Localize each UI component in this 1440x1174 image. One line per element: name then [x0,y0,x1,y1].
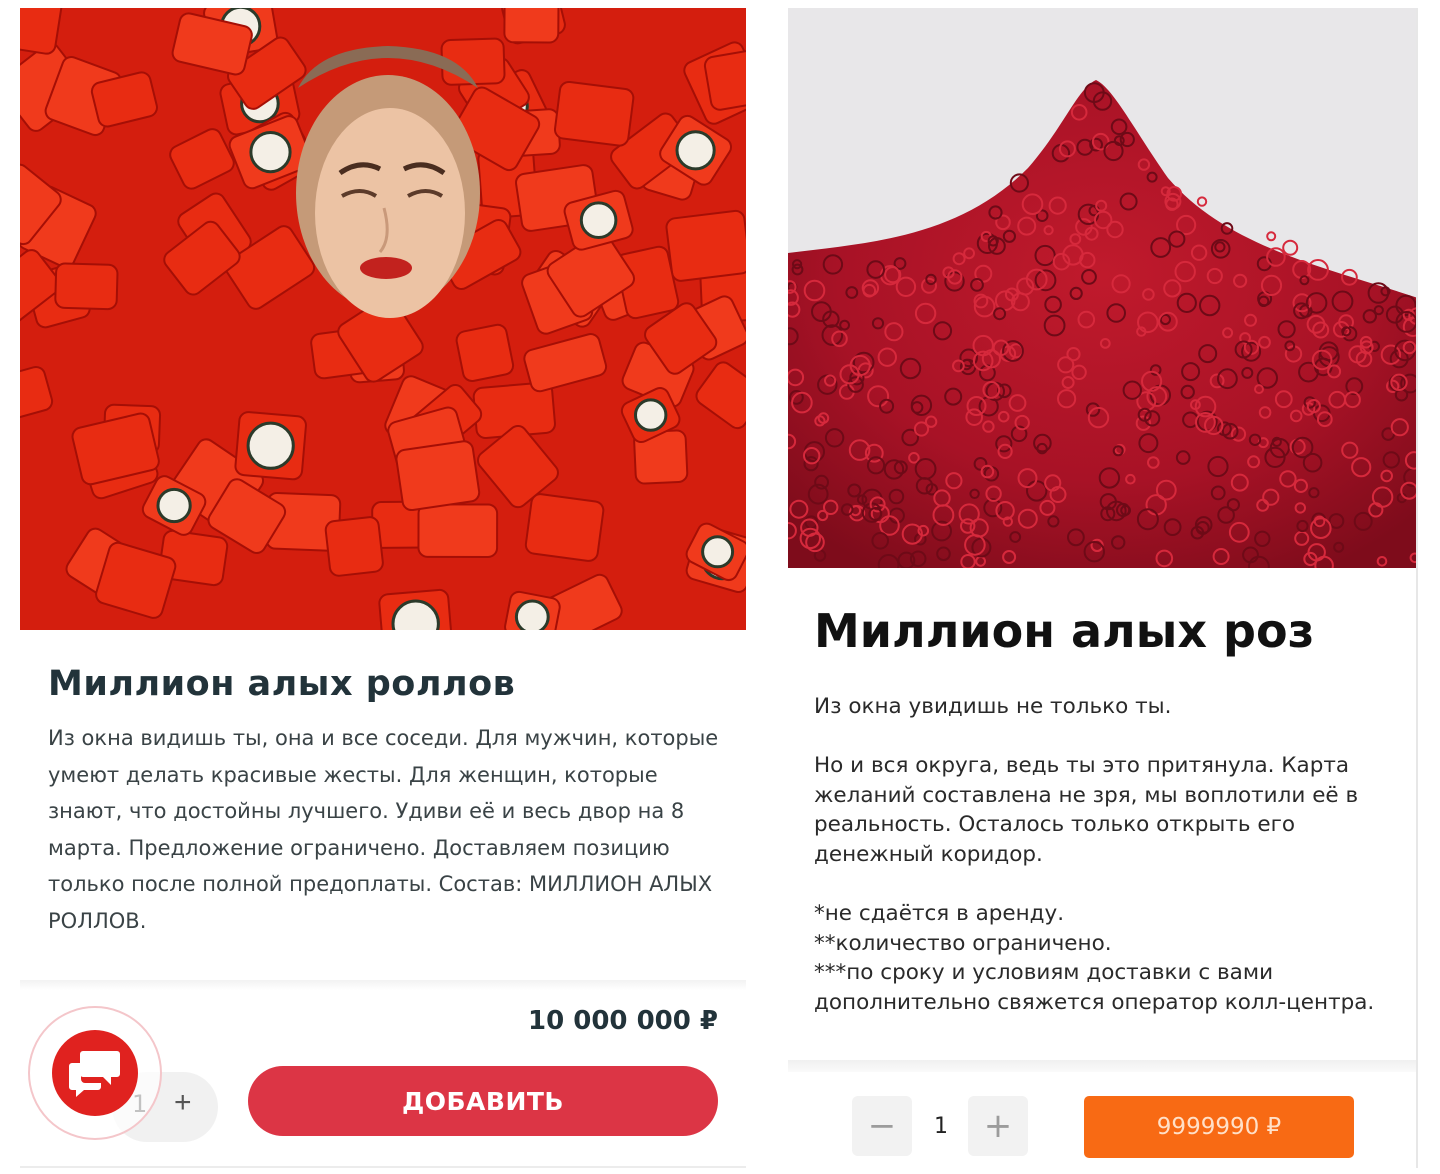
product-price: 10 000 000 ₽ [528,1006,718,1036]
description-line: **количество ограничено. [814,930,1112,956]
product-title: Миллион алых роз [814,604,1315,658]
chat-bubbles-icon [69,1051,120,1097]
description-line: ***по сроку и условиям доставки с вами д… [814,960,1375,1015]
product-description: Из окна видишь ты, она и все соседи. Для… [48,726,719,933]
divider [20,1166,746,1168]
roll-piece [665,209,746,282]
roses-image [788,8,1418,568]
increase-quantity-button[interactable]: + [968,1096,1028,1156]
roll-slice [675,130,716,171]
roll-slice [514,599,550,630]
divider [20,980,746,990]
decrease-quantity-button[interactable]: − [852,1096,912,1156]
increase-quantity-button[interactable]: + [174,1086,192,1120]
roll-slice [701,535,735,569]
description-line: Из окна увидишь не только ты. [814,694,1172,719]
description-line: *не сдаётся в аренду. [814,901,1065,927]
rolls-image [20,8,746,630]
product-card-rolls: Миллион алых роллов Из окна видишь ты, о… [20,8,746,1168]
roll-piece [553,80,635,147]
roll-slice [634,398,668,432]
roll-piece [455,323,515,383]
chat-widget [28,1006,162,1140]
roll-piece [503,8,560,44]
product-title: Миллион алых роллов [48,664,516,704]
roll-piece [417,503,499,558]
divider [788,1060,1418,1072]
roll-slice [579,201,618,239]
quantity-value: 1 [934,1114,948,1139]
product-description: Из окна увидишь не только ты. Но и вся о… [814,692,1404,1018]
product-photo-rolls [20,8,746,630]
chat-button[interactable] [52,1030,138,1116]
roll-piece [324,516,384,577]
roll-slice [156,487,192,524]
buy-price-button[interactable]: 9999990 ₽ [1084,1096,1354,1158]
product-photo-roses [788,8,1418,568]
product-card-roses: Миллион алых роз Из окна увидишь не толь… [788,8,1418,1168]
panel-border [1416,8,1418,1168]
roll-slice [249,131,292,174]
description-line: Но и вся округа, ведь ты это притянула. … [814,753,1359,867]
roll-piece [524,493,605,562]
add-to-cart-button[interactable]: ДОБАВИТЬ [248,1066,718,1136]
roll-slice [246,421,295,470]
roll-piece [54,262,119,311]
roll-piece [395,440,481,512]
